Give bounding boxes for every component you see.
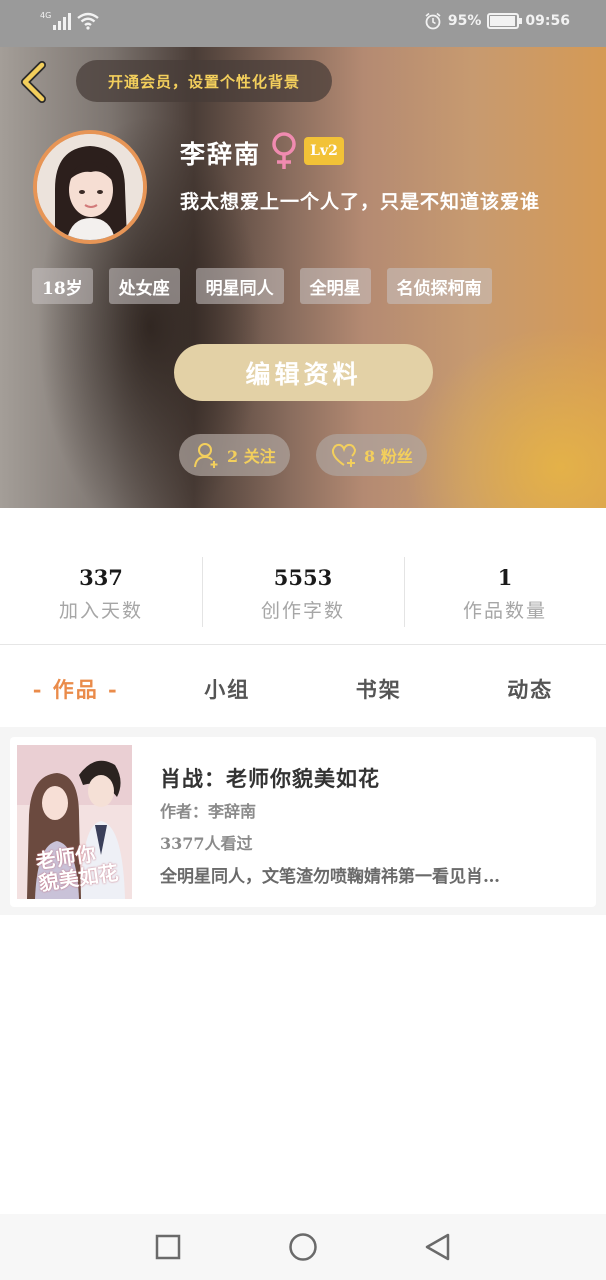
tag-interest: 名侦探柯南 — [386, 268, 492, 304]
signal-area: 4G — [40, 11, 100, 30]
tab-groups[interactable]: 小组 — [152, 662, 304, 718]
battery-icon — [487, 13, 523, 29]
book-cover[interactable]: 老师你 貌美如花 — [17, 745, 132, 899]
tag-zodiac: 处女座 — [108, 268, 180, 304]
stat-label: 加入天数 — [58, 600, 143, 622]
vip-banner[interactable]: 开通会员，设置个性化背景 — [76, 60, 332, 102]
tab-activity[interactable]: 动态 — [455, 662, 606, 718]
stat-label: 创作字数 — [260, 600, 345, 622]
female-icon — [272, 132, 296, 169]
system-nav-bar — [0, 1214, 606, 1280]
fans-label: 8 粉丝 — [364, 447, 413, 466]
triangle-back-icon[interactable] — [421, 1230, 455, 1264]
heart-plus-icon — [331, 443, 357, 467]
circle-icon[interactable] — [286, 1230, 320, 1264]
following-label: 2 关注 — [227, 447, 276, 466]
square-icon[interactable] — [151, 1230, 185, 1264]
tab-works[interactable]: 作品 — [0, 662, 152, 718]
signature: 我太想爱上一个人了，只是不知道该爱谁 — [180, 191, 541, 213]
wifi-icon — [77, 12, 100, 30]
tag-list: 18岁 处女座 明星同人 全明星 名侦探柯南 — [32, 268, 492, 304]
stat-value: 5553 — [273, 565, 333, 590]
following-button[interactable]: 2 关注 — [179, 434, 290, 476]
stat-word-count: 5553 创作字数 — [202, 555, 404, 629]
back-button[interactable] — [16, 61, 52, 103]
battery-percent: 95% — [447, 13, 482, 29]
tab-bar: 作品 小组 书架 动态 — [0, 662, 606, 718]
clock: 09:56 — [525, 13, 570, 29]
work-card[interactable]: 老师你 貌美如花 肖战：老师你貌美如花 作者：李辞南 3377人看过 全明星同人… — [10, 737, 596, 907]
work-description: 全明星同人，文笔渣勿喷鞠婧祎第一看见肖… — [160, 867, 500, 887]
profile-header: 开通会员，设置个性化背景 李辞南 Lv2 我太想爱上一个人了，只是不知道该爱谁 … — [0, 47, 606, 508]
user-plus-icon — [194, 443, 218, 468]
works-list: 老师你 貌美如花 肖战：老师你貌美如花 作者：李辞南 3377人看过 全明星同人… — [0, 727, 606, 915]
tag-age: 18岁 — [32, 268, 93, 304]
stat-label: 作品数量 — [462, 600, 547, 622]
status-right: 95% 09:56 — [424, 12, 570, 30]
status-bar: 4G 95% 09:56 — [0, 0, 606, 47]
signal-icon — [53, 12, 72, 30]
username: 李辞南 — [180, 140, 262, 169]
work-author: 作者：李辞南 — [160, 802, 257, 821]
divider — [0, 644, 606, 645]
tag-interest: 明星同人 — [195, 268, 284, 304]
stat-works-count: 1 作品数量 — [404, 555, 606, 629]
tab-bookshelf[interactable]: 书架 — [303, 662, 455, 718]
alarm-icon — [425, 12, 441, 30]
edit-profile-button[interactable]: 编辑资料 — [174, 344, 433, 401]
stat-value: 337 — [79, 565, 123, 590]
stats-row: 337 加入天数 5553 创作字数 1 作品数量 — [0, 555, 606, 629]
fans-button[interactable]: 8 粉丝 — [316, 434, 427, 476]
tag-interest: 全明星 — [299, 268, 371, 304]
work-title[interactable]: 肖战：老师你貌美如花 — [160, 763, 380, 793]
stat-days-joined: 337 加入天数 — [0, 555, 202, 629]
avatar[interactable] — [33, 130, 147, 244]
level-badge: Lv2 — [304, 137, 344, 165]
avatar-image — [37, 134, 143, 240]
work-views: 3377人看过 — [160, 834, 253, 853]
network-type: 4G — [40, 11, 52, 20]
stat-value: 1 — [497, 565, 513, 590]
chevron-left-icon — [21, 61, 46, 103]
